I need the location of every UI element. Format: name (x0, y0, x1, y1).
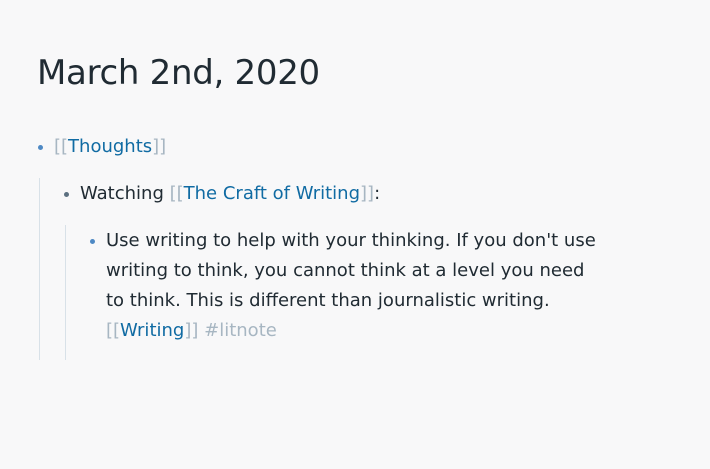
link-bracket-close: ]] (152, 136, 167, 157)
bullet-dot[interactable] (38, 145, 43, 150)
block-text-line: Use writing to help with your thinking. … (106, 230, 596, 251)
block-text-line: to think. This is different than journal… (106, 290, 550, 311)
link-bracket-open: [[ (106, 320, 121, 341)
link-bracket-close: ]] (360, 183, 375, 204)
link-bracket-open: [[ (54, 136, 69, 157)
tag-litnote[interactable]: #litnote (204, 320, 277, 341)
page-link-writing[interactable]: Writing (120, 320, 184, 341)
block-writing-note[interactable]: Use writing to help with your thinking. … (106, 226, 696, 346)
daily-note-page: March 2nd, 2020 [[Thoughts]] Watching [[… (0, 0, 710, 469)
indent-guide[interactable] (65, 225, 66, 360)
page-link-thoughts[interactable]: Thoughts (68, 136, 152, 157)
block-text: Watching (80, 183, 170, 204)
page-link-craft-of-writing[interactable]: The Craft of Writing (184, 183, 360, 204)
bullet-dot[interactable] (64, 192, 69, 197)
page-title[interactable]: March 2nd, 2020 (37, 52, 320, 94)
indent-guide[interactable] (39, 178, 40, 360)
bullet-dot[interactable] (90, 239, 95, 244)
block-thoughts[interactable]: [[Thoughts]] (54, 132, 166, 162)
link-bracket-open: [[ (169, 183, 184, 204)
block-refs-line: [[Writing]] #litnote (106, 316, 277, 346)
block-text-suffix: : (374, 183, 381, 204)
block-text-line: writing to think, you cannot think at a … (106, 260, 585, 281)
link-bracket-close: ]] (184, 320, 199, 341)
block-watching[interactable]: Watching [[The Craft of Writing]]: (80, 179, 380, 209)
